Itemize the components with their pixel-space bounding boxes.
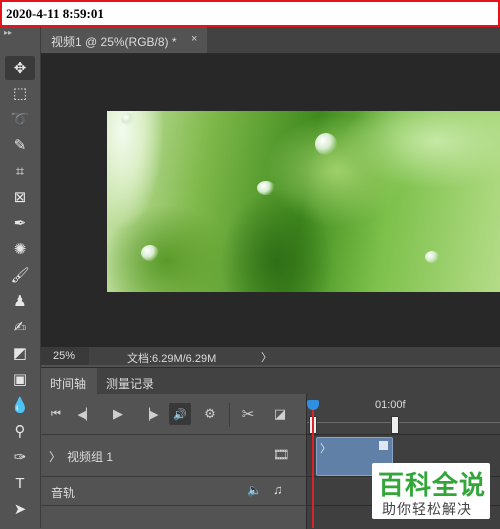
close-icon[interactable]: × <box>191 33 197 45</box>
tab-timeline-label: 时间轴 <box>50 377 87 391</box>
empty-track-row <box>41 505 306 529</box>
tab-measurement-log[interactable]: 测量记录 <box>97 368 165 395</box>
audio-mute-icon[interactable]: 🔈 <box>247 483 262 497</box>
expand-chevron-icon[interactable]: 〉 <box>49 448 61 465</box>
move-tool-icon[interactable]: ✥ <box>5 56 35 80</box>
path-select-tool-icon[interactable]: ➤ <box>5 497 35 521</box>
watermark-subtitle: 助你轻松解决 <box>382 501 472 517</box>
gradient-tool-icon[interactable]: ▣ <box>5 367 35 391</box>
tools-panel: ▸▸ ✥ ⬚ ➰ ✎ ⌗ ⊠ ✒ ✺ 🖌 ♟ ✍ ◩ ▣ 💧 ⚲ ✑ T ➤ <box>0 27 41 528</box>
track-label-audio: 音轨 <box>51 486 76 500</box>
video-group-track-header[interactable]: 〉 视频组 1 🎞 <box>41 434 306 477</box>
water-drop <box>315 133 337 155</box>
document-tab[interactable]: 视频1 @ 25%(RGB/8) * × <box>41 27 207 53</box>
music-note-icon[interactable]: ♫ <box>273 482 283 497</box>
timestamp-text: 2020-4-11 8:59:01 <box>6 6 104 21</box>
eyedropper-tool-icon[interactable]: ✒ <box>5 211 35 235</box>
film-strip-icon[interactable]: 🎞 <box>273 447 290 463</box>
water-drop <box>121 113 135 125</box>
crop-tool-icon[interactable]: ⌗ <box>5 159 35 183</box>
lasso-tool-icon[interactable]: ➰ <box>5 107 35 131</box>
watermark-title: 百科全说 <box>378 470 487 500</box>
watermark-logo: 百科全说 助你轻松解决 <box>372 463 490 519</box>
marquee-tool-icon[interactable]: ⬚ <box>5 81 35 105</box>
quick-select-tool-icon[interactable]: ✎ <box>5 133 35 157</box>
go-to-first-frame-icon[interactable]: ⏮ <box>45 403 67 425</box>
panel-tabs: 时间轴 测量记录 <box>41 367 500 395</box>
tab-timeline[interactable]: 时间轴 <box>41 368 97 395</box>
document-tabs: 视频1 @ 25%(RGB/8) * × <box>41 27 500 54</box>
controls-divider <box>229 403 230 427</box>
work-area-end-handle[interactable] <box>391 416 399 434</box>
healing-tool-icon[interactable]: ✺ <box>5 237 35 261</box>
clip-menu-icon[interactable] <box>379 441 388 450</box>
audio-volume-icon[interactable]: 🔊 <box>169 403 191 425</box>
tab-measurement-log-label: 测量记录 <box>106 377 155 391</box>
track-label-video-group: 视频组 1 <box>67 450 114 464</box>
clip-expand-icon[interactable]: 〉 <box>320 440 331 456</box>
video-frame-image <box>107 111 500 292</box>
next-frame-icon[interactable]: ▕▶ <box>139 403 161 425</box>
doc-size: 文档:6.29M/6.29M <box>127 353 217 365</box>
zoom-value: 25% <box>53 350 76 362</box>
water-drop <box>257 181 275 195</box>
frame-tool-icon[interactable]: ⊠ <box>5 185 35 209</box>
ruler-time-label: 01:00f <box>375 399 406 411</box>
ruler-line <box>307 422 500 423</box>
status-menu-arrow-icon[interactable]: 〉 <box>261 349 272 365</box>
pen-tool-icon[interactable]: ✑ <box>5 445 35 469</box>
brush-tool-icon[interactable]: 🖌 <box>5 263 35 287</box>
audio-track-header[interactable]: 音轨 🔈 ♫ <box>41 476 306 506</box>
timestamp-bar: 2020-4-11 8:59:01 <box>0 0 500 27</box>
playhead-line[interactable] <box>312 408 314 528</box>
blur-tool-icon[interactable]: 💧 <box>5 393 35 417</box>
zoom-field[interactable]: 25% <box>41 347 89 365</box>
dodge-tool-icon[interactable]: ⚲ <box>5 419 35 443</box>
previous-frame-icon[interactable]: ◀▏ <box>75 403 97 425</box>
eraser-tool-icon[interactable]: ◩ <box>5 341 35 365</box>
timeline-controls: ⏮ ◀▏ ▶ ▕▶ 🔊 ⚙ ✂ ◪ <box>41 394 306 434</box>
transition-icon[interactable]: ◪ <box>269 403 291 425</box>
split-scissors-icon[interactable]: ✂ <box>237 403 259 425</box>
status-bar: 25% 文档:6.29M/6.29M 〉 <box>41 347 500 365</box>
type-tool-icon[interactable]: T <box>5 471 35 495</box>
water-drop <box>141 245 159 261</box>
timeline-ruler[interactable]: 01:00f <box>306 394 500 434</box>
settings-gear-icon[interactable]: ⚙ <box>199 403 221 425</box>
history-brush-tool-icon[interactable]: ✍ <box>5 315 35 339</box>
document-tab-title: 视频1 @ 25%(RGB/8) * <box>51 35 177 49</box>
play-icon[interactable]: ▶ <box>107 403 129 425</box>
stamp-tool-icon[interactable]: ♟ <box>5 289 35 313</box>
water-drop <box>425 251 439 263</box>
collapse-icon[interactable]: ▸▸ <box>4 28 12 37</box>
